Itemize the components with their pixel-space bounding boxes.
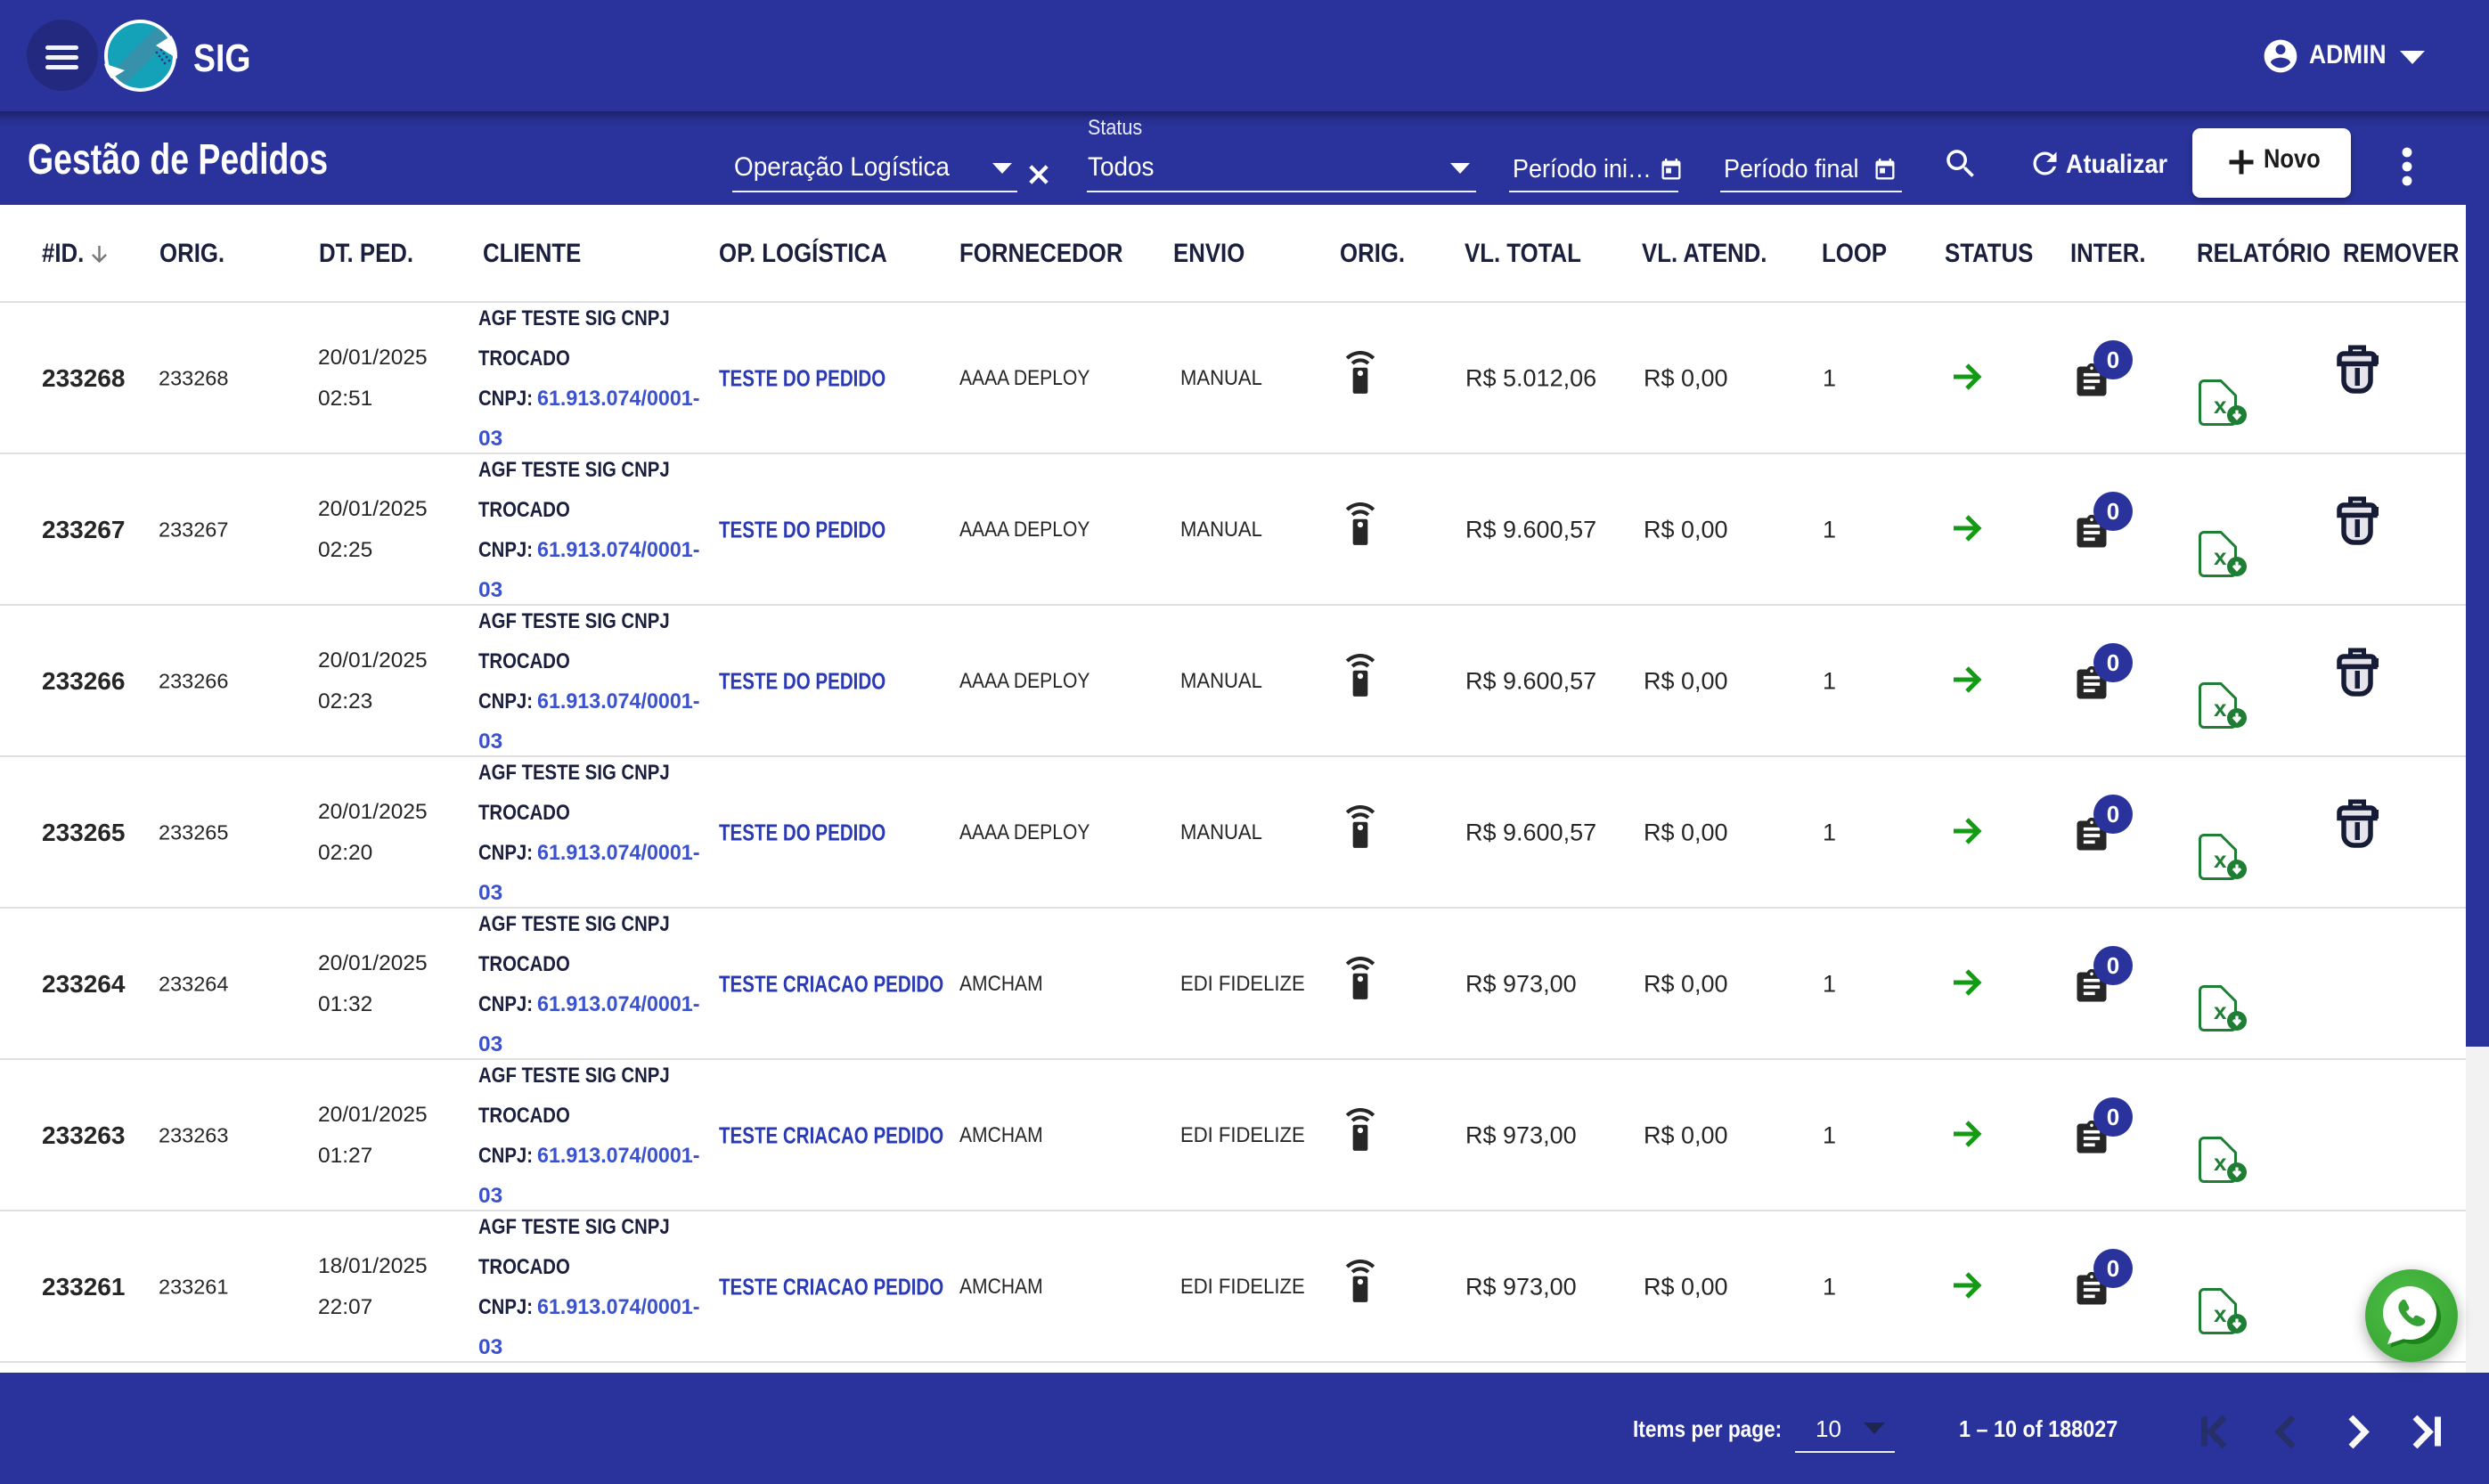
- svg-text:x: x: [2214, 1149, 2227, 1176]
- svg-text:x: x: [2214, 1301, 2227, 1327]
- svg-text:x: x: [2214, 695, 2227, 722]
- svg-text:x: x: [2214, 392, 2227, 419]
- svg-text:x: x: [2214, 543, 2227, 570]
- svg-text:x: x: [2214, 846, 2227, 873]
- svg-text:x: x: [2214, 998, 2227, 1024]
